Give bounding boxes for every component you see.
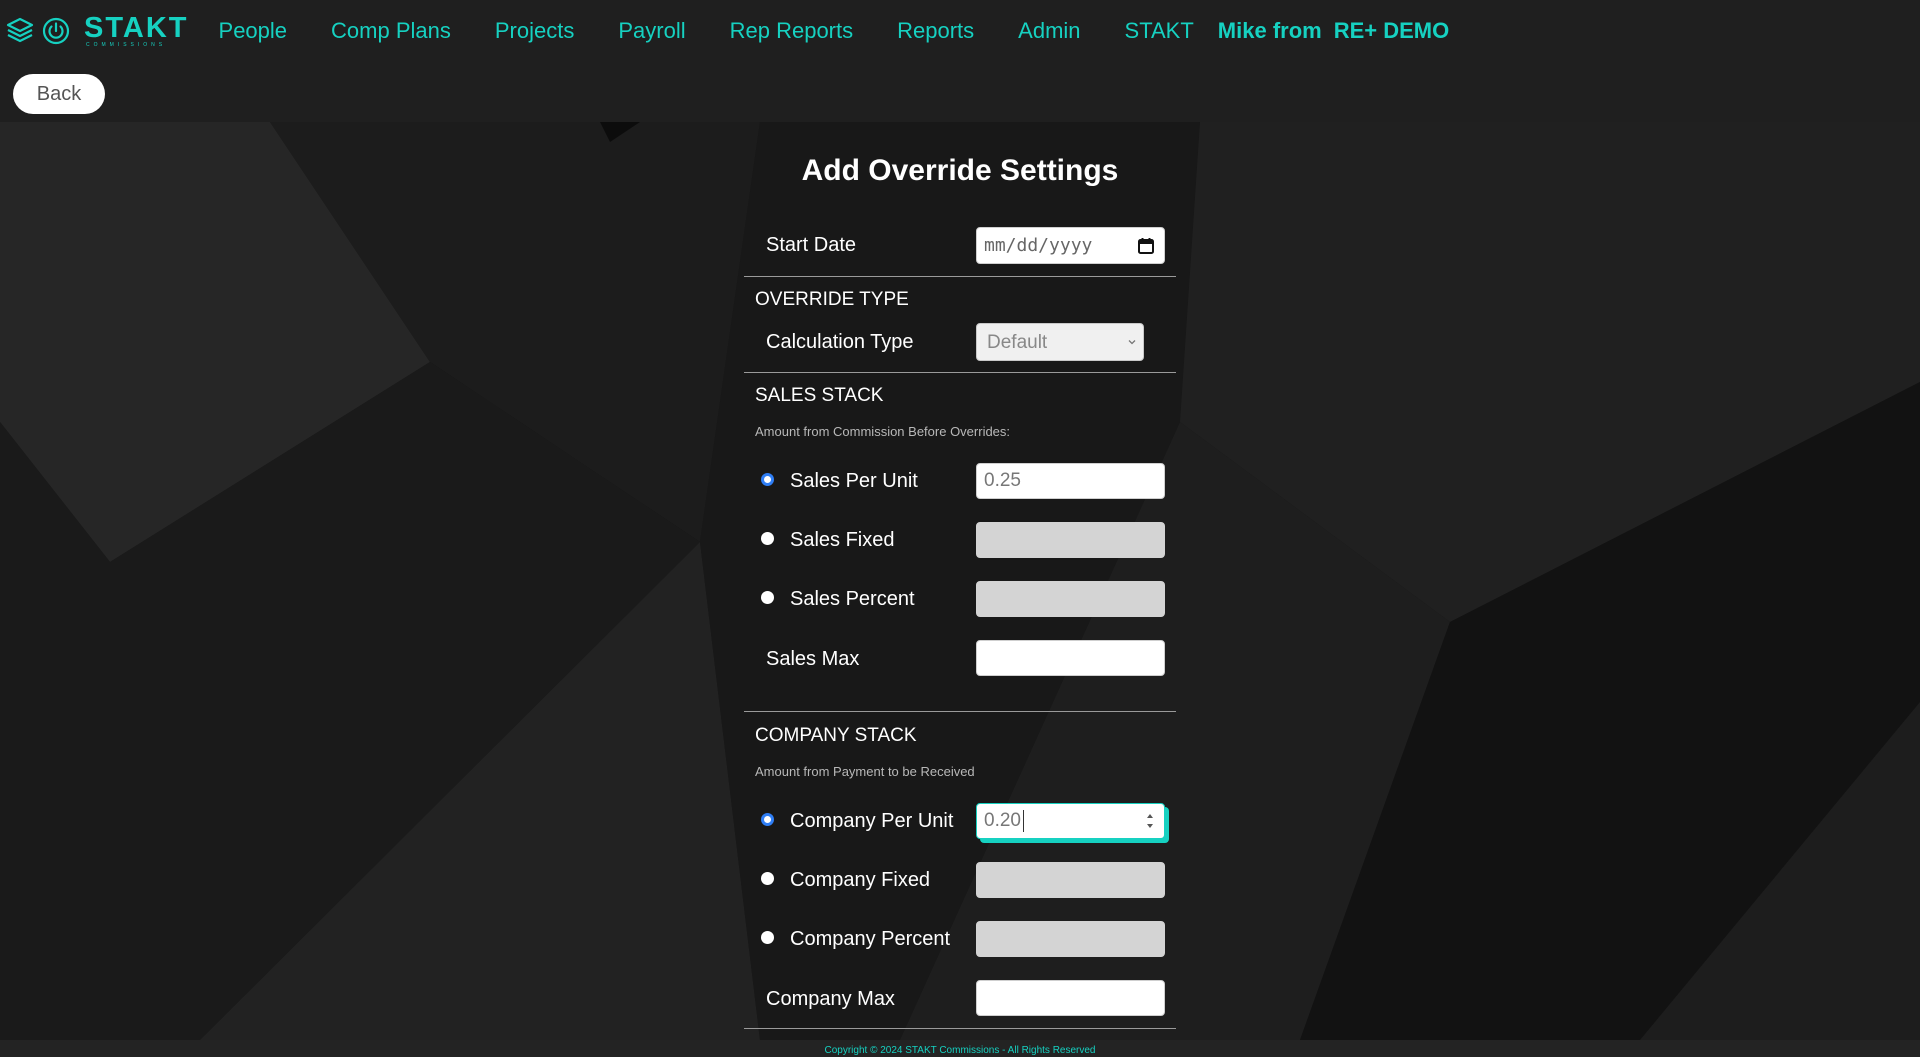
sales-max-label: Sales Max — [766, 648, 860, 670]
divider — [744, 1028, 1176, 1029]
sales-percent-radio[interactable] — [761, 591, 774, 604]
company-max-label: Company Max — [766, 988, 895, 1010]
sales-fixed-radio[interactable] — [761, 532, 774, 545]
nav-user[interactable]: Mike from RE+ DEMO — [1218, 18, 1461, 44]
divider — [744, 711, 1176, 712]
company-per-unit-label: Company Per Unit — [790, 810, 954, 832]
nav-payroll[interactable]: Payroll — [618, 18, 685, 44]
chevron-down-icon — [1128, 340, 1136, 345]
sales-per-unit-radio[interactable] — [761, 473, 774, 486]
copyright-text: Copyright © 2024 STAKT Commissions - All… — [824, 1045, 1096, 1056]
user-org: RE+ DEMO — [1333, 18, 1450, 43]
sales-per-unit-label: Sales Per Unit — [790, 470, 918, 492]
sales-fixed-label: Sales Fixed — [790, 529, 895, 551]
company-per-unit-input[interactable] — [976, 803, 1165, 839]
brand-wordmark: STAKT COMMISSIONS — [84, 12, 189, 49]
sales-stack-hint: Amount from Commission Before Overrides: — [755, 424, 1011, 439]
company-percent-label: Company Percent — [790, 928, 951, 950]
calendar-icon[interactable] — [1137, 237, 1155, 255]
sales-stack-heading: SALES STACK — [755, 385, 884, 406]
calculation-type-label: Calculation Type — [766, 331, 914, 353]
company-fixed-label: Company Fixed — [790, 869, 931, 891]
calculation-type-select[interactable]: Default — [976, 323, 1144, 361]
calculation-type-value: Default — [987, 332, 1048, 353]
page-title: Add Override Settings — [801, 154, 1119, 187]
brand-name: STAKT — [84, 12, 189, 44]
brand-subtitle: COMMISSIONS — [86, 42, 167, 48]
sales-max-input[interactable] — [976, 640, 1165, 676]
nav-stakt[interactable]: STAKT — [1125, 18, 1194, 44]
main-nav: STAKT COMMISSIONS People Comp Plans Proj… — [0, 0, 1920, 62]
company-percent-input[interactable] — [976, 921, 1165, 957]
number-spinner-icon[interactable] — [1144, 810, 1156, 832]
start-date-input[interactable]: mm/dd/yyyy — [976, 227, 1165, 264]
company-stack-heading: COMPANY STACK — [755, 725, 917, 746]
company-fixed-input[interactable] — [976, 862, 1165, 898]
sales-fixed-input[interactable] — [976, 522, 1165, 558]
power-icon — [42, 17, 70, 45]
nav-admin[interactable]: Admin — [1018, 18, 1080, 44]
nav-rep-reports[interactable]: Rep Reports — [730, 18, 854, 44]
override-type-heading: OVERRIDE TYPE — [755, 289, 909, 310]
company-percent-radio[interactable] — [761, 931, 774, 944]
nav-projects[interactable]: Projects — [495, 18, 574, 44]
divider — [744, 276, 1176, 277]
company-per-unit-radio[interactable] — [761, 813, 774, 826]
company-stack-hint: Amount from Payment to be Received — [755, 764, 975, 779]
top-bar: STAKT COMMISSIONS People Comp Plans Proj… — [0, 0, 1920, 122]
footer: Copyright © 2024 STAKT Commissions - All… — [0, 1040, 1920, 1057]
brand-logo[interactable]: STAKT COMMISSIONS — [6, 14, 219, 48]
nav-reports[interactable]: Reports — [897, 18, 974, 44]
divider — [744, 372, 1176, 373]
company-max-input[interactable] — [976, 980, 1165, 1016]
layers-icon — [6, 17, 34, 43]
sales-per-unit-input[interactable] — [976, 463, 1165, 499]
company-fixed-radio[interactable] — [761, 872, 774, 885]
user-name: Mike from — [1217, 18, 1322, 43]
back-button[interactable]: Back — [13, 74, 105, 114]
sales-percent-input[interactable] — [976, 581, 1165, 617]
text-caret — [1023, 810, 1024, 832]
override-settings-form: Add Override Settings Start Date mm/dd/y… — [744, 122, 1176, 1040]
nav-people[interactable]: People — [219, 18, 288, 44]
sales-percent-label: Sales Percent — [790, 588, 915, 610]
start-date-label: Start Date — [766, 234, 857, 256]
nav-comp-plans[interactable]: Comp Plans — [331, 18, 451, 44]
date-placeholder: mm/dd/yyyy — [984, 235, 1093, 256]
